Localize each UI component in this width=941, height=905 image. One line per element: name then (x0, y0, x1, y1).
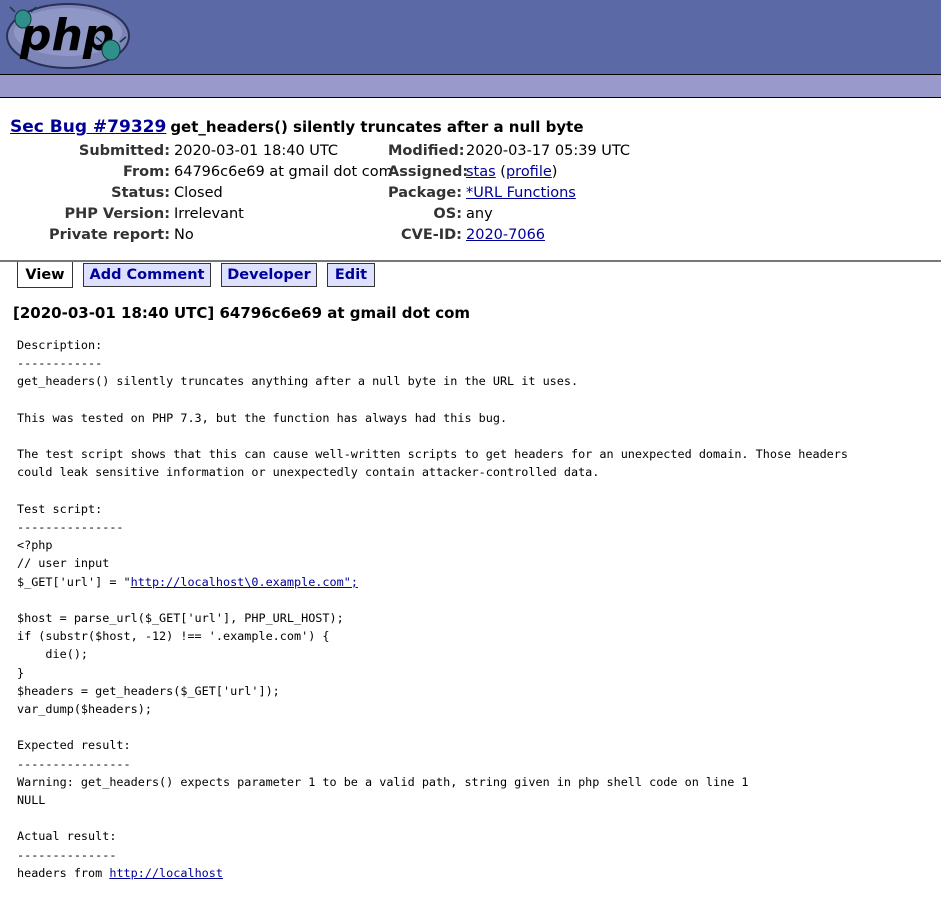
cve-link[interactable]: 2020-7066 (466, 227, 545, 243)
bug-title: Sec Bug #79329 get_headers() silently tru… (10, 117, 584, 137)
report-text-part-2: $host = parse_url($_GET['url'], PHP_URL_… (17, 611, 749, 880)
bug-report-body: Description: ------------ get_headers() … (17, 336, 848, 882)
site-header: php (0, 0, 941, 75)
package-label: Package: (388, 185, 463, 201)
from-label: From: (123, 164, 170, 180)
php-version-value: Irrelevant (174, 206, 244, 222)
svg-text:php: php (19, 10, 114, 61)
private-report-label: Private report: (48, 227, 170, 243)
cve-label: CVE-ID: (400, 227, 462, 243)
os-value: any (466, 206, 493, 222)
bug-type-label: Sec Bug (10, 117, 87, 137)
submitted-label: Submitted: (78, 143, 170, 159)
bug-number: #79329 (92, 117, 167, 137)
php-logo-icon[interactable]: php (6, 2, 130, 70)
meta-right: Modified:2020-03-17 05:39 UTC Assigned:s… (388, 141, 630, 246)
os-label: OS: (433, 206, 462, 222)
status-value: Closed (174, 185, 223, 201)
from-value: 64796c6e69 at gmail dot com (174, 164, 393, 180)
private-report-value: No (174, 227, 194, 243)
tab-edit[interactable]: Edit (327, 263, 375, 287)
assigned-value: stas (profile) (466, 162, 557, 183)
tab-developer[interactable]: Developer (221, 263, 317, 287)
example-url-link[interactable]: http://localhost\0.example.com"; (131, 575, 358, 589)
paren-close: ) (551, 164, 558, 180)
localhost-link[interactable]: http://localhost (109, 866, 223, 880)
status-label: Status: (111, 185, 170, 201)
tab-view[interactable]: View (17, 262, 73, 288)
modified-label: Modified: (388, 143, 465, 159)
assigned-profile-link[interactable]: profile (506, 164, 552, 180)
tab-add-comment[interactable]: Add Comment (83, 263, 211, 287)
assigned-label: Assigned: (388, 164, 469, 180)
report-text-part-1: Description: ------------ get_headers() … (17, 338, 848, 589)
assigned-user-link[interactable]: stas (466, 164, 496, 180)
header-subbar (0, 75, 941, 98)
submitted-value: 2020-03-01 18:40 UTC (174, 143, 339, 159)
php-version-label: PHP Version: (64, 206, 170, 222)
modified-value: 2020-03-17 05:39 UTC (466, 143, 631, 159)
package-link[interactable]: *URL Functions (466, 185, 576, 201)
bug-link[interactable]: Sec Bug #79329 (10, 117, 166, 137)
bug-summary: get_headers() silently truncates after a… (170, 118, 584, 136)
tab-divider (0, 260, 941, 262)
meta-left: Submitted: 2020-03-01 18:40 UTC From: 6479… (10, 141, 393, 246)
comment-header: [2020-03-01 18:40 UTC] 64796c6e69 at gma… (13, 304, 471, 322)
